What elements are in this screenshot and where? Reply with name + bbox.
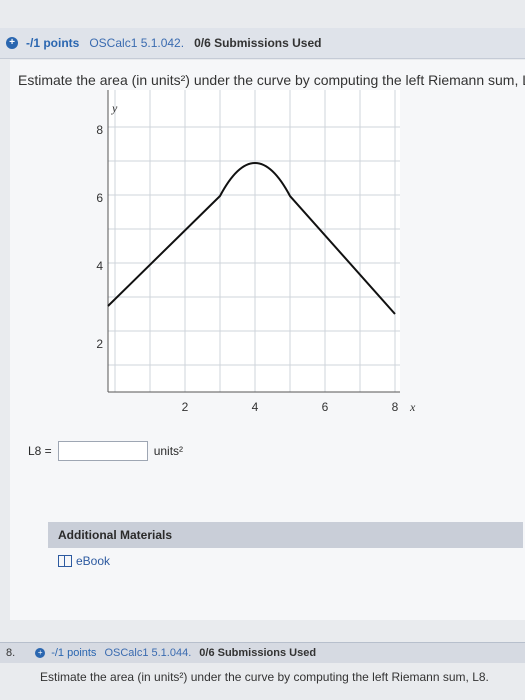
question-text: Estimate the area (in units²) under the …: [18, 72, 525, 88]
y-tick-label: 6: [96, 191, 103, 205]
additional-title: Additional Materials: [58, 528, 173, 542]
x-axis-label: x: [409, 400, 416, 414]
next-question-header: 8. + -/1 points OSCalc1 5.1.044. 0/6 Sub…: [0, 642, 525, 663]
answer-input[interactable]: [57, 441, 148, 461]
x-tick-label: 4: [252, 400, 259, 414]
question-code[interactable]: OSCalc1 5.1.042.: [89, 36, 184, 50]
answer-row: L8 = units²: [28, 441, 183, 461]
x-tick-label: 6: [322, 400, 329, 414]
y-tick-label: 4: [96, 259, 103, 273]
ebook-label[interactable]: eBook: [76, 554, 110, 568]
y-axis-label: y: [111, 101, 118, 115]
submissions-used: 0/6 Submissions Used: [199, 647, 317, 659]
submissions-used: 0/6 Submissions Used: [194, 36, 322, 50]
question-panel: Estimate the area (in units²) under the …: [10, 60, 525, 620]
answer-units: units²: [153, 444, 184, 458]
expand-icon[interactable]: +: [35, 648, 46, 658]
points-label: -/1 points: [26, 36, 80, 50]
book-icon: [58, 555, 72, 567]
y-tick-label: 8: [96, 123, 103, 137]
points-label: -/1 points: [51, 647, 97, 659]
graph: 2 4 6 8 2 4 6 8 y x: [80, 90, 430, 425]
next-question-text: Estimate the area (in units²) under the …: [40, 670, 489, 684]
y-tick-label: 2: [96, 337, 103, 351]
additional-materials: Additional Materials: [48, 522, 523, 548]
answer-label: L8 =: [28, 444, 52, 458]
question-header: + -/1 points OSCalc1 5.1.042. 0/6 Submis…: [0, 28, 525, 59]
question-code[interactable]: OSCalc1 5.1.044.: [104, 647, 191, 659]
question-number: 8.: [6, 647, 16, 659]
function-graph: 2 4 6 8 2 4 6 8 y x: [96, 90, 416, 414]
ebook-link[interactable]: eBook: [58, 554, 110, 568]
x-tick-label: 2: [182, 400, 189, 414]
x-tick-label: 8: [392, 400, 399, 414]
expand-icon[interactable]: +: [6, 37, 18, 49]
